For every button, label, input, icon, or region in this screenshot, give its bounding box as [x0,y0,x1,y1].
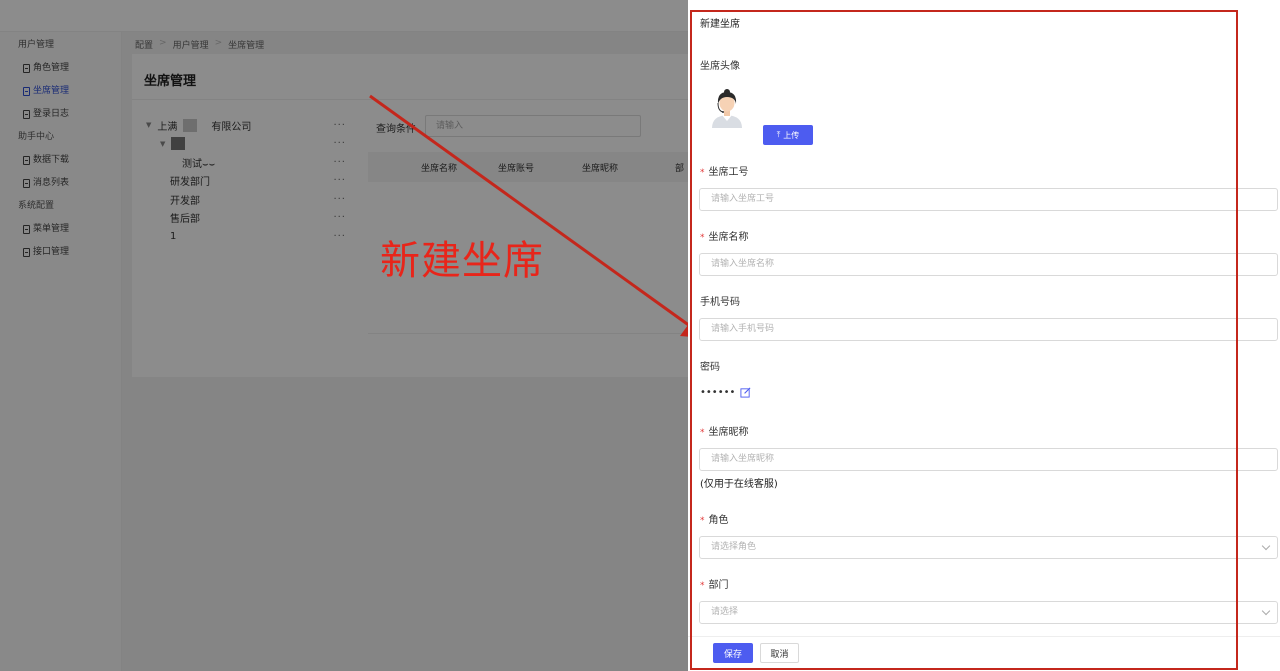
upload-icon: ⤒ [776,130,781,139]
employee-id-label: * 坐席工号 [700,163,749,178]
upload-label: 上传 [783,130,800,140]
edit-icon[interactable] [740,387,751,398]
drawer-title: 新建坐席 [700,19,740,30]
required-mark: * [700,516,705,526]
password-label: 密码 [700,362,720,373]
save-button[interactable]: 保存 [713,643,753,663]
field-label: 坐席工号 [708,167,749,178]
seat-name-label: * 坐席名称 [700,228,749,243]
chevron-down-icon [1261,541,1271,551]
nickname-input[interactable]: 请输入坐席昵称 [699,448,1278,471]
field-label: 坐席名称 [708,232,749,243]
seat-name-input[interactable]: 请输入坐席名称 [699,253,1278,276]
required-mark: * [700,428,705,438]
required-mark: * [700,168,705,178]
department-select[interactable]: 请选择 [699,601,1278,624]
avatar-label: 坐席头像 [700,61,740,72]
department-label: * 部门 [700,576,729,591]
avatar [712,89,742,128]
role-label: * 角色 [700,511,729,526]
field-label: 部门 [708,580,729,591]
required-mark: * [700,233,705,243]
cancel-button[interactable]: 取消 [760,643,799,663]
upload-button[interactable]: ⤒ 上传 [763,125,813,145]
select-placeholder: 请选择角色 [711,542,757,552]
annotation-label: 新建坐席 [380,238,544,284]
password-value: •••••• [700,387,736,398]
password-display: •••••• [700,387,751,398]
chevron-down-icon [1261,606,1271,616]
field-label: 坐席昵称 [708,427,749,438]
nickname-label: * 坐席昵称 [700,423,749,438]
divider [688,636,1280,637]
employee-id-input[interactable]: 请输入坐席工号 [699,188,1278,211]
field-label: 角色 [708,515,729,526]
role-select[interactable]: 请选择角色 [699,536,1278,559]
phone-label: 手机号码 [700,297,740,308]
required-mark: * [700,581,705,591]
select-placeholder: 请选择 [711,607,739,617]
nickname-note: (仅用于在线客服) [700,479,778,490]
phone-input[interactable]: 请输入手机号码 [699,318,1278,341]
